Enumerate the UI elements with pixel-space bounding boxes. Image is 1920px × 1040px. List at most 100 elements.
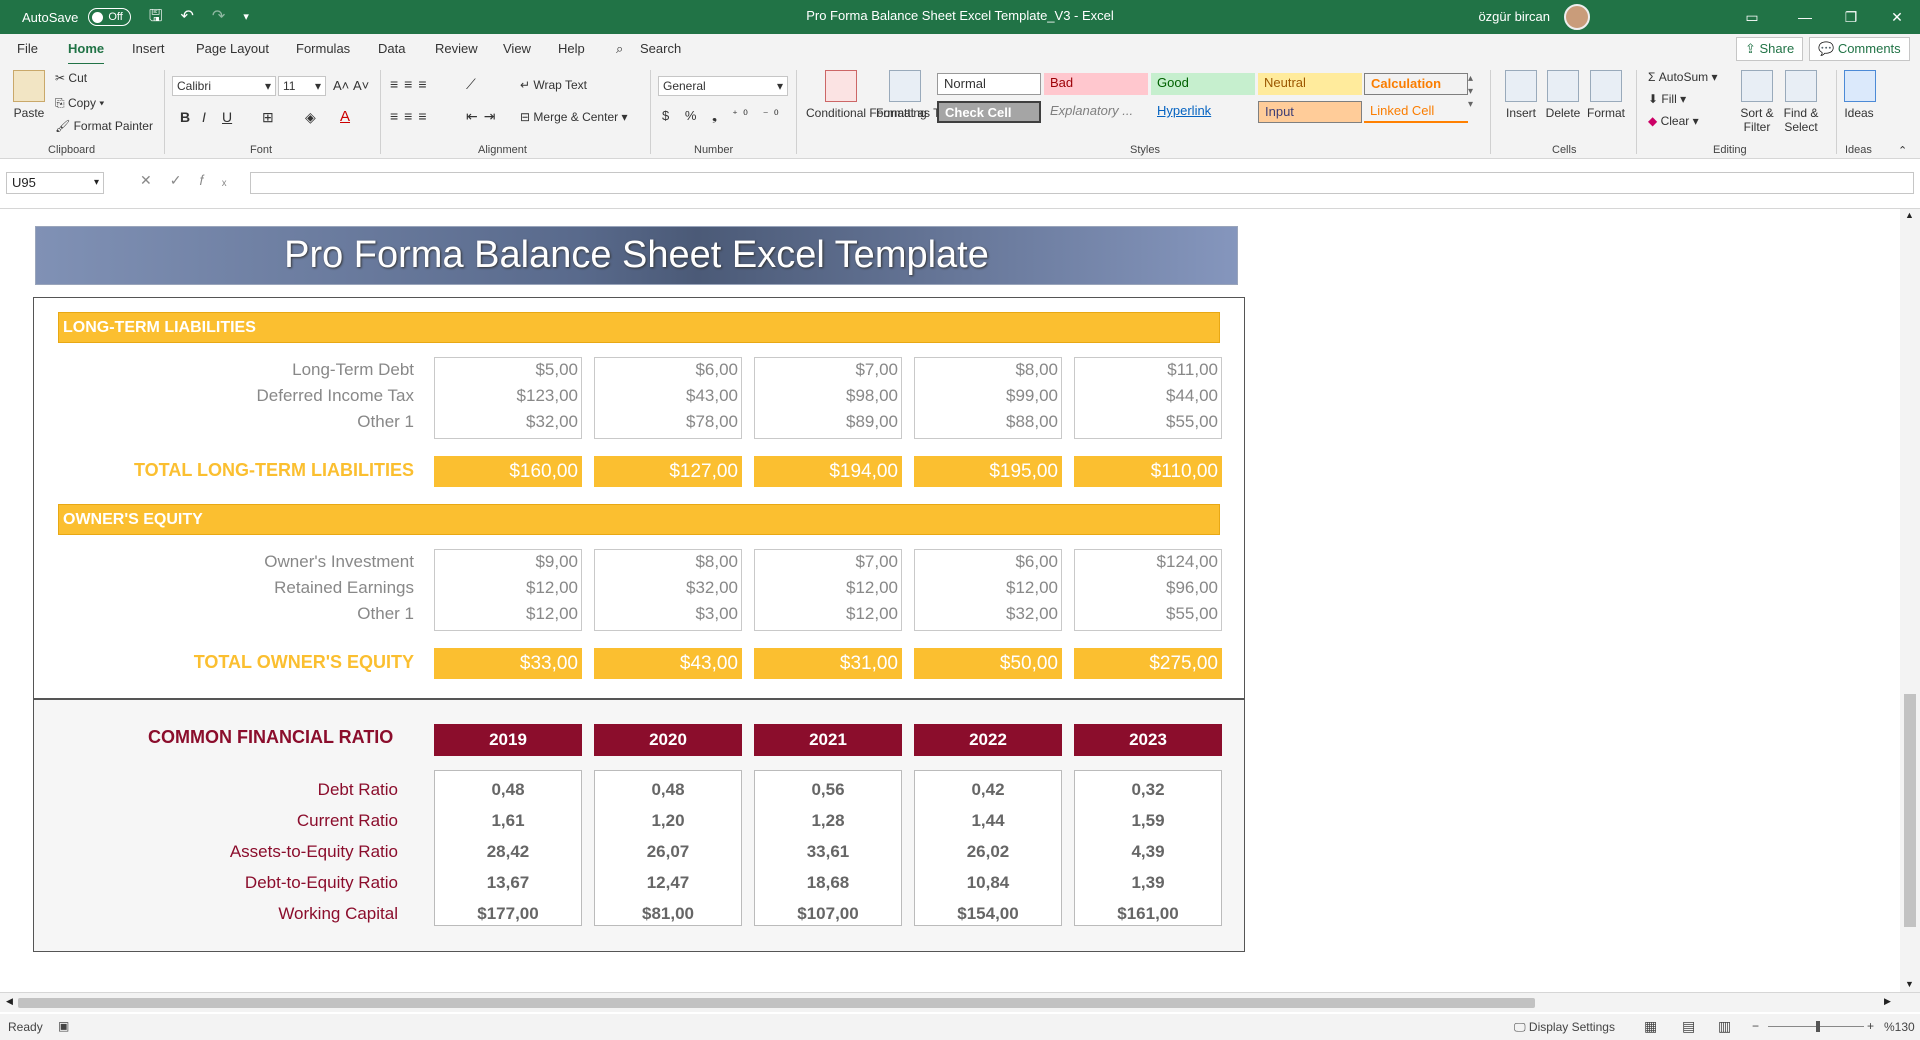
total-cell[interactable]: $127,00 [594, 456, 742, 487]
ratio-value[interactable]: 0,32 [1074, 780, 1222, 800]
macro-record-icon[interactable]: ▣ [58, 1019, 69, 1033]
value-cell[interactable]: $99,00 [914, 386, 1062, 406]
value-cell[interactable]: $124,00 [1074, 552, 1222, 572]
value-cell[interactable]: $32,00 [434, 412, 582, 432]
name-box[interactable]: U95 ▾ [6, 172, 104, 194]
value-cell[interactable]: $6,00 [594, 360, 742, 380]
formula-bar-icons[interactable]: ✕✓𝑓ₓ [140, 172, 244, 189]
tab-page-layout[interactable]: Page Layout [196, 41, 269, 56]
copy-button[interactable]: ⎘ Copy ▾ [55, 96, 104, 111]
value-cell[interactable]: $96,00 [1074, 578, 1222, 598]
display-settings-button[interactable]: 🖵 Display Settings [1514, 1020, 1615, 1035]
total-cell[interactable]: $194,00 [754, 456, 902, 487]
value-cell[interactable]: $7,00 [754, 360, 902, 380]
value-cell[interactable]: $7,00 [754, 552, 902, 572]
page-layout-view-icon[interactable]: ▤ [1682, 1018, 1695, 1035]
total-cell[interactable]: $275,00 [1074, 648, 1222, 679]
ratio-value[interactable]: 1,39 [1074, 873, 1222, 893]
value-cell[interactable]: $55,00 [1074, 604, 1222, 624]
cut-button[interactable]: ✂ Cut [55, 71, 87, 85]
style-bad[interactable]: Bad [1044, 73, 1148, 95]
indent-icons[interactable]: ⇤⇥ [466, 108, 501, 125]
scroll-left-icon[interactable]: ◀ [6, 996, 13, 1007]
value-cell[interactable]: $89,00 [754, 412, 902, 432]
style-neutral[interactable]: Neutral [1258, 73, 1362, 95]
style-normal[interactable]: Normal [937, 73, 1041, 95]
vertical-scrollbar[interactable]: ▲ ▼ [1900, 209, 1920, 992]
search-box[interactable]: Search [640, 41, 681, 56]
format-painter-button[interactable]: 🖌 Format Painter [55, 119, 153, 133]
value-cell[interactable]: $43,00 [594, 386, 742, 406]
italic-button[interactable]: I [202, 109, 206, 125]
ratio-value[interactable]: $107,00 [754, 904, 902, 924]
redo-icon[interactable]: ↷ [212, 0, 225, 34]
value-cell[interactable]: $32,00 [594, 578, 742, 598]
ratio-value[interactable]: 0,42 [914, 780, 1062, 800]
value-cell[interactable]: $12,00 [754, 604, 902, 624]
merge-center-button[interactable]: ⊟ Merge & Center ▾ [520, 110, 627, 124]
undo-icon[interactable]: ↶ [181, 0, 194, 34]
fill-button[interactable]: ⬇ Fill ▾ [1648, 92, 1686, 106]
value-cell[interactable]: $5,00 [434, 360, 582, 380]
value-cell[interactable]: $44,00 [1074, 386, 1222, 406]
ratio-value[interactable]: 26,07 [594, 842, 742, 862]
value-cell[interactable]: $9,00 [434, 552, 582, 572]
search-icon[interactable]: ⌕ [616, 41, 623, 57]
value-cell[interactable]: $98,00 [754, 386, 902, 406]
comments-button[interactable]: 💬 Comments [1809, 37, 1910, 61]
page-break-view-icon[interactable]: ▥ [1718, 1018, 1731, 1035]
zoom-out-icon[interactable]: − [1752, 1019, 1759, 1033]
value-cell[interactable]: $12,00 [434, 604, 582, 624]
tab-review[interactable]: Review [435, 41, 478, 56]
ratio-value[interactable]: 0,56 [754, 780, 902, 800]
wrap-text-button[interactable]: ↵ Wrap Text [520, 78, 587, 92]
ratio-value[interactable]: 1,61 [434, 811, 582, 831]
ratio-value[interactable]: 0,48 [594, 780, 742, 800]
fill-color-icon[interactable]: ◈ [305, 109, 316, 126]
formula-input[interactable] [250, 172, 1914, 194]
ratio-value[interactable]: 0,48 [434, 780, 582, 800]
tab-file[interactable]: File [17, 41, 38, 56]
font-color-icon[interactable]: A [340, 108, 350, 125]
user-name[interactable]: özgür bircan [1478, 0, 1550, 34]
collapse-ribbon-icon[interactable]: ⌃ [1898, 144, 1907, 157]
value-cell[interactable]: $11,00 [1074, 360, 1222, 380]
sort-filter-button[interactable]: Sort & Filter [1736, 70, 1778, 134]
total-cell[interactable]: $31,00 [754, 648, 902, 679]
avatar[interactable] [1564, 4, 1590, 30]
ideas-button[interactable]: Ideas [1844, 70, 1876, 120]
format-cells-button[interactable]: Format [1584, 70, 1628, 120]
total-cell[interactable]: $43,00 [594, 648, 742, 679]
style-check-cell[interactable]: Check Cell [937, 101, 1041, 123]
vertical-scroll-thumb[interactable] [1904, 694, 1916, 927]
ratio-value[interactable]: $161,00 [1074, 904, 1222, 924]
tab-insert[interactable]: Insert [132, 41, 165, 56]
ratio-value[interactable]: 13,67 [434, 873, 582, 893]
value-cell[interactable]: $8,00 [914, 360, 1062, 380]
value-cell[interactable]: $32,00 [914, 604, 1062, 624]
tab-view[interactable]: View [503, 41, 531, 56]
value-cell[interactable]: $78,00 [594, 412, 742, 432]
horizontal-scrollbar[interactable]: ◀ ▶ [0, 992, 1920, 1012]
ratio-value[interactable]: $81,00 [594, 904, 742, 924]
tab-home[interactable]: Home [68, 41, 105, 66]
save-icon[interactable]: 🖫 [149, 0, 163, 34]
share-button[interactable]: ⇪ Share [1736, 37, 1804, 61]
font-size-dropdown[interactable]: 11 ▾ [278, 76, 326, 96]
ratio-value[interactable]: 1,44 [914, 811, 1062, 831]
grow-font-icon[interactable]: A˄ [333, 78, 349, 93]
style-explanatory[interactable]: Explanatory ... [1044, 101, 1148, 123]
borders-icon[interactable]: ⊞ [262, 109, 274, 126]
value-cell[interactable]: $12,00 [914, 578, 1062, 598]
value-cell[interactable]: $6,00 [914, 552, 1062, 572]
ratio-value[interactable]: 4,39 [1074, 842, 1222, 862]
scroll-up-icon[interactable]: ▲ [1905, 210, 1914, 220]
close-icon[interactable]: ✕ [1874, 0, 1920, 34]
style-linked-cell[interactable]: Linked Cell [1364, 101, 1468, 123]
customize-toolbar-icon[interactable]: ▾ [243, 0, 249, 34]
minimize-icon[interactable]: — [1782, 0, 1828, 34]
value-cell[interactable]: $12,00 [754, 578, 902, 598]
conditional-formatting-button[interactable]: Conditional Formatting [806, 70, 927, 120]
ratio-value[interactable]: 1,20 [594, 811, 742, 831]
clear-button[interactable]: ◆ Clear ▾ [1648, 114, 1699, 128]
